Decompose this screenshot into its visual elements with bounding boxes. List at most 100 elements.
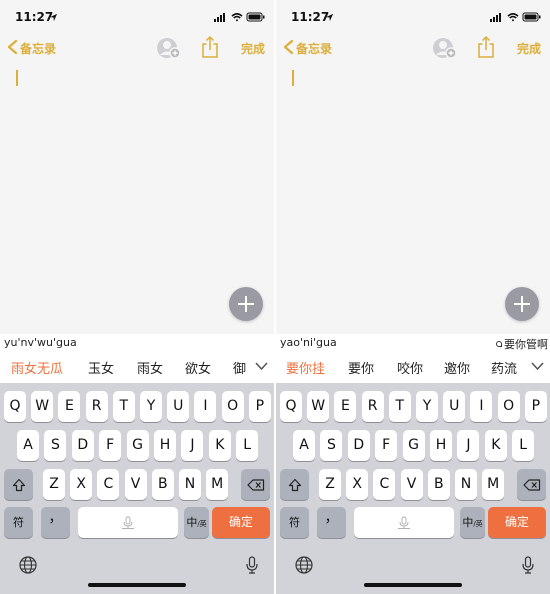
key-letter[interactable]: C [373, 469, 396, 500]
key-letter[interactable]: T [112, 391, 135, 422]
back-button[interactable]: 备忘录 [20, 40, 56, 57]
add-person-icon[interactable] [432, 36, 458, 60]
candidate-item[interactable]: 要你挂 [286, 358, 325, 377]
home-indicator[interactable] [364, 583, 462, 587]
plus-icon[interactable] [229, 287, 263, 321]
key-letter[interactable]: X [70, 469, 93, 500]
language-key[interactable]: 中/英 [184, 507, 209, 538]
key-letter[interactable]: F [99, 430, 122, 461]
text-cursor [292, 70, 294, 86]
candidate-item[interactable]: 咬你 [397, 358, 423, 377]
key-letter[interactable]: X [346, 469, 369, 500]
candidate-item[interactable]: 要你 [348, 358, 374, 377]
chevron-left-icon[interactable] [282, 39, 294, 55]
space-key[interactable] [78, 507, 178, 538]
key-letter[interactable]: J [457, 430, 480, 461]
chevron-down-icon[interactable] [531, 361, 544, 371]
back-button[interactable]: 备忘录 [296, 40, 332, 57]
key-letter[interactable]: B [151, 469, 174, 500]
shift-key[interactable] [4, 469, 33, 500]
candidate-item[interactable]: 邀你 [444, 358, 470, 377]
key-letter[interactable]: Q [4, 391, 26, 422]
key-letter[interactable]: Q [280, 391, 302, 422]
candidate-item[interactable]: 御 [233, 358, 246, 377]
key-letter[interactable]: G [402, 430, 425, 461]
globe-icon[interactable] [19, 556, 37, 574]
chevron-down-icon[interactable] [255, 361, 268, 371]
language-key[interactable]: 中/英 [460, 507, 485, 538]
key-letter[interactable]: I [194, 391, 217, 422]
key-letter[interactable]: I [470, 391, 493, 422]
key-letter[interactable]: H [154, 430, 176, 461]
key-letter[interactable]: G [126, 430, 149, 461]
key-letter[interactable]: Z [319, 469, 341, 500]
enter-key[interactable]: 确定 [212, 507, 270, 538]
share-icon[interactable] [201, 35, 219, 59]
done-button[interactable]: 完成 [517, 40, 541, 57]
delete-key[interactable] [241, 469, 270, 500]
key-letter[interactable]: E [58, 391, 81, 422]
key-letter[interactable]: T [388, 391, 411, 422]
shift-key[interactable] [280, 469, 309, 500]
key-letter[interactable]: Y [140, 391, 162, 422]
microphone-icon[interactable] [522, 556, 534, 574]
key-letter[interactable]: W [307, 391, 330, 422]
key-letter[interactable]: A [293, 430, 315, 461]
candidate-item[interactable]: 玉女 [88, 358, 114, 377]
punctuation-key[interactable]: ， [317, 507, 346, 538]
symbol-key[interactable]: 符 [280, 507, 309, 538]
key-letter[interactable]: W [31, 391, 54, 422]
space-key[interactable] [354, 507, 454, 538]
key-letter[interactable]: S [320, 430, 343, 461]
candidate-item[interactable]: 雨女 [137, 358, 163, 377]
key-letter[interactable]: S [44, 430, 67, 461]
key-letter[interactable]: U [167, 391, 190, 422]
done-button[interactable]: 完成 [241, 40, 265, 57]
key-letter[interactable]: Z [43, 469, 65, 500]
key-letter[interactable]: C [97, 469, 120, 500]
key-letter[interactable]: L [236, 430, 259, 461]
key-letter[interactable]: D [71, 430, 94, 461]
key-letter[interactable]: L [512, 430, 535, 461]
key-letter[interactable]: Y [416, 391, 438, 422]
candidate-item[interactable]: 雨女无瓜 [11, 358, 63, 377]
key-letter[interactable]: U [443, 391, 466, 422]
key-letter[interactable]: F [375, 430, 398, 461]
key-letter[interactable]: R [85, 391, 108, 422]
punctuation-key[interactable]: ， [41, 507, 70, 538]
key-letter[interactable]: R [361, 391, 384, 422]
candidate-item[interactable]: 欲女 [185, 358, 211, 377]
key-letter[interactable]: N [179, 469, 201, 500]
key-letter[interactable]: K [484, 430, 507, 461]
key-letter[interactable]: V [124, 469, 147, 500]
chevron-left-icon[interactable] [6, 39, 18, 55]
key-letter[interactable]: V [400, 469, 423, 500]
symbol-key[interactable]: 符 [4, 507, 33, 538]
key-letter[interactable]: P [248, 391, 271, 422]
key-letter[interactable]: O [221, 391, 244, 422]
share-icon[interactable] [477, 35, 495, 59]
add-person-icon[interactable] [156, 36, 182, 60]
composition-suggestion[interactable]: 要你管啊 [496, 336, 548, 352]
key-letter[interactable]: P [524, 391, 547, 422]
key-letter[interactable]: E [334, 391, 357, 422]
pinyin-composition: yao'ni'gua [280, 336, 337, 349]
plus-icon[interactable] [505, 287, 539, 321]
keyboard: Q W E R T Y U I O P A S D F G H J K L Z X C V B N M 符 ， 中/英 确定 [276, 383, 550, 594]
globe-icon[interactable] [295, 556, 313, 574]
candidate-item[interactable]: 药流 [491, 358, 517, 377]
home-indicator[interactable] [88, 583, 186, 587]
microphone-icon[interactable] [246, 556, 258, 574]
key-letter[interactable]: A [17, 430, 39, 461]
delete-key[interactable] [517, 469, 546, 500]
key-letter[interactable]: D [347, 430, 370, 461]
key-letter[interactable]: J [181, 430, 204, 461]
key-letter[interactable]: H [430, 430, 452, 461]
key-letter[interactable]: N [455, 469, 477, 500]
key-letter[interactable]: M [206, 469, 229, 500]
enter-key[interactable]: 确定 [488, 507, 546, 538]
key-letter[interactable]: B [427, 469, 450, 500]
key-letter[interactable]: K [208, 430, 231, 461]
key-letter[interactable]: M [482, 469, 505, 500]
key-letter[interactable]: O [497, 391, 520, 422]
